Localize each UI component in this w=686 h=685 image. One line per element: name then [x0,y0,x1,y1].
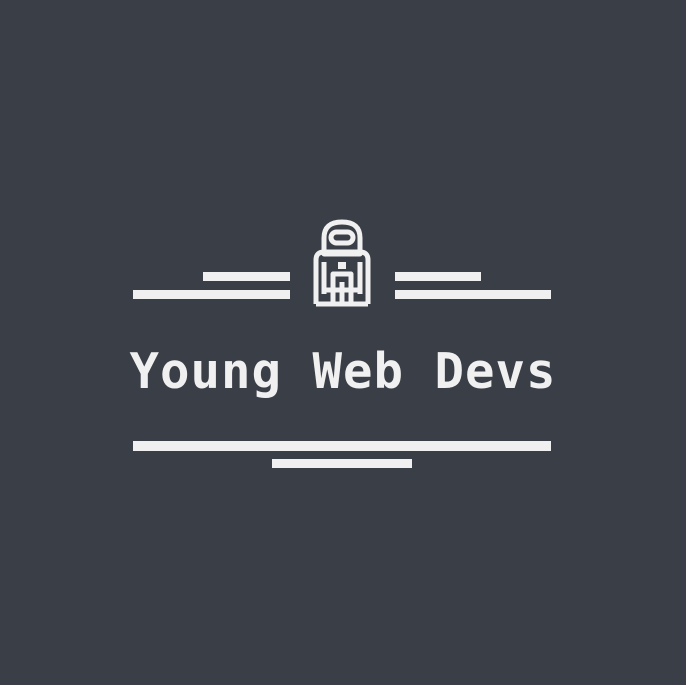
decorative-bar [133,441,551,451]
decorative-bar [395,290,551,299]
decorative-bar [203,272,290,281]
decorative-bar [395,272,481,281]
logo: Young Web Devs [0,0,686,685]
decorative-bar [272,459,412,468]
decorative-bar [133,290,290,299]
astronaut-icon [313,219,371,307]
brand-name: Young Web Devs [129,343,557,400]
